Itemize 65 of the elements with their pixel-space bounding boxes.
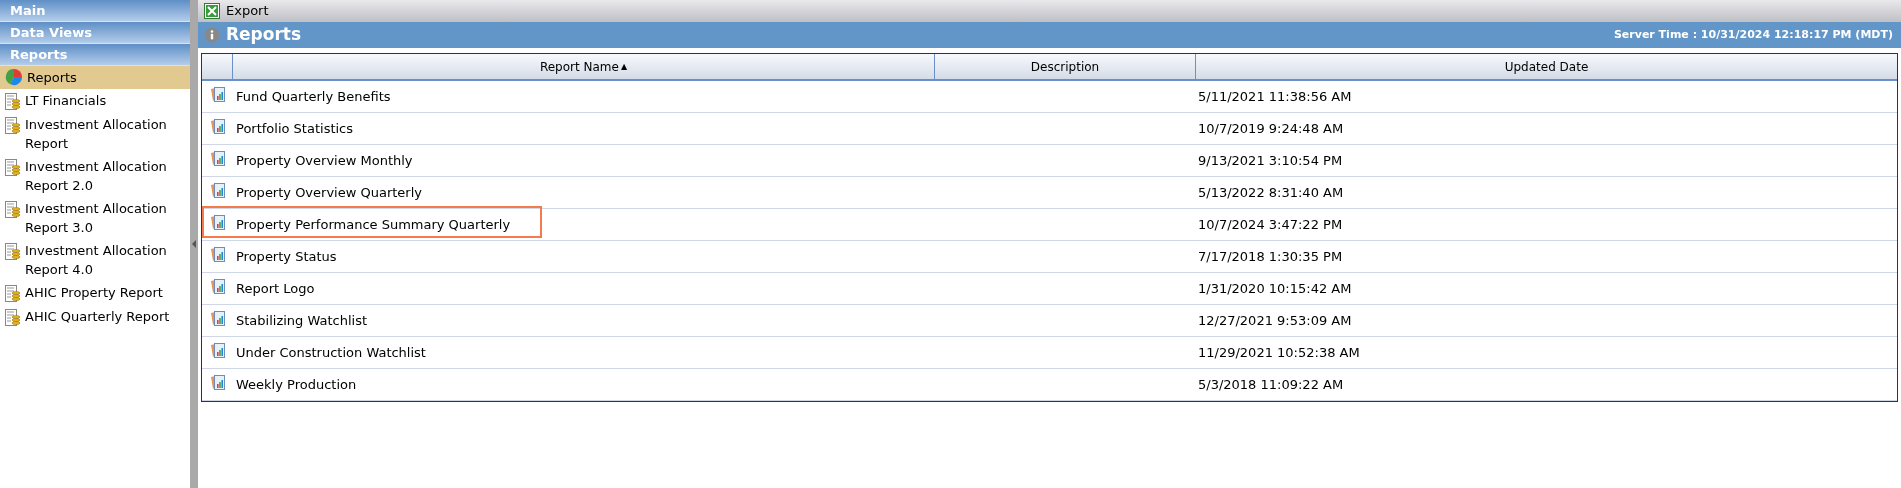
sidebar-item[interactable]: AHIC Property Report xyxy=(0,281,190,305)
sidebar-item-label: Investment Allocation Report 2.0 xyxy=(25,158,168,195)
report-name-cell[interactable]: Property Overview Monthly xyxy=(233,145,935,176)
report-name-cell[interactable]: Weekly Production xyxy=(233,369,935,400)
column-header[interactable]: Updated Date xyxy=(1196,54,1897,79)
report-chart-icon xyxy=(210,311,225,327)
sidebar-item[interactable]: Investment Allocation Report 2.0 xyxy=(0,155,190,197)
updated-date-cell-text: 5/3/2018 11:09:22 AM xyxy=(1197,375,1345,394)
report-chart-icon xyxy=(210,375,225,391)
document-coins-icon xyxy=(5,93,21,111)
spreadsheet-icon[interactable] xyxy=(204,3,220,19)
sidebar-item-label: Investment Allocation Report xyxy=(25,116,168,153)
report-name-cell[interactable]: Fund Quarterly Benefits xyxy=(233,81,935,112)
report-chart-icon xyxy=(210,279,225,295)
report-name-cell[interactable]: Under Construction Watchlist xyxy=(233,337,935,368)
report-chart-icon xyxy=(210,119,225,135)
document-coins-icon xyxy=(5,309,21,327)
report-chart-icon xyxy=(210,151,225,167)
column-header[interactable]: Description xyxy=(935,54,1196,79)
updated-date-cell-text: 5/13/2022 8:31:40 AM xyxy=(1197,183,1345,202)
column-header[interactable]: Report Name ▲ xyxy=(233,54,935,79)
report-chart-icon xyxy=(210,183,225,199)
updated-date-cell-text: 9/13/2021 3:10:54 PM xyxy=(1197,151,1344,170)
sidebar-item[interactable]: Investment Allocation Report xyxy=(0,113,190,155)
updated-date-cell-text: 7/17/2018 1:30:35 PM xyxy=(1197,247,1344,266)
sidebar-item-label: Investment Allocation Report 3.0 xyxy=(25,200,168,237)
report-chart-icon xyxy=(210,343,225,359)
updated-date-cell-text: 12/27/2021 9:53:09 AM xyxy=(1197,311,1353,330)
document-coins-icon xyxy=(5,201,21,219)
report-name-cell[interactable]: Property Status xyxy=(233,241,935,272)
sidebar-item-label: AHIC Quarterly Report xyxy=(25,308,170,326)
document-coins-icon xyxy=(5,117,21,135)
sidebar-item[interactable]: Investment Allocation Report 4.0 xyxy=(0,239,190,281)
updated-date-cell-text: 10/7/2019 9:24:48 AM xyxy=(1197,119,1345,138)
info-icon xyxy=(204,27,220,43)
report-chart-icon xyxy=(210,215,225,231)
document-coins-icon xyxy=(5,243,21,261)
sidebar-item-label: Investment Allocation Report 4.0 xyxy=(25,242,168,279)
sidebar-item-label: Reports xyxy=(27,69,77,87)
sidebar-item[interactable]: Investment Allocation Report 3.0 xyxy=(0,197,190,239)
report-name-cell[interactable]: Property Overview Quarterly xyxy=(233,177,935,208)
sidebar-item[interactable]: AHIC Quarterly Report xyxy=(0,305,190,329)
sort-indicator: ▲ xyxy=(620,60,628,73)
report-name-cell[interactable]: Property Performance Summary Quarterly xyxy=(233,209,935,240)
report-name-cell[interactable]: Portfolio Statistics xyxy=(233,113,935,144)
updated-date-cell-text: 5/11/2021 11:38:56 AM xyxy=(1197,87,1353,106)
collapse-arrow-icon[interactable] xyxy=(192,240,196,248)
document-coins-icon xyxy=(5,285,21,303)
sidebar-item-label: AHIC Property Report xyxy=(25,284,163,302)
sidebar-item[interactable]: LT Financials xyxy=(0,89,190,113)
updated-date-cell-text: 1/31/2020 10:15:42 AM xyxy=(1197,279,1353,298)
sidebar-item-label: LT Financials xyxy=(25,92,107,110)
updated-date-cell-text: 11/29/2021 10:52:38 AM xyxy=(1197,343,1361,362)
updated-date-cell-text: 10/7/2024 3:47:22 PM xyxy=(1197,215,1344,234)
sidebar-item[interactable]: Reports xyxy=(0,66,190,89)
pie-chart-icon xyxy=(5,68,23,86)
report-chart-icon xyxy=(210,87,225,103)
report-name-cell[interactable]: Stabilizing Watchlist xyxy=(233,305,935,336)
document-coins-icon xyxy=(5,159,21,177)
column-label: Report Name xyxy=(539,58,619,76)
report-chart-icon xyxy=(210,247,225,263)
export-button[interactable]: Export xyxy=(226,1,269,21)
report-name-cell[interactable]: Report Logo xyxy=(233,273,935,304)
page-title: Reports xyxy=(226,23,302,47)
server-time: Server Time : 10/31/2024 12:18:17 PM (MDT) xyxy=(1613,26,1894,43)
